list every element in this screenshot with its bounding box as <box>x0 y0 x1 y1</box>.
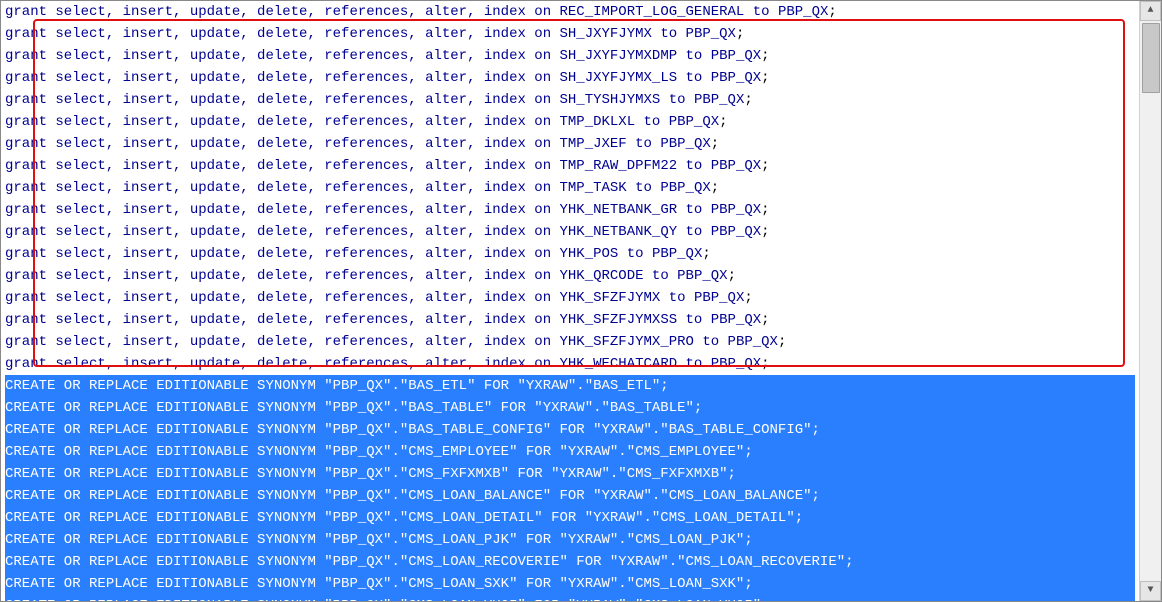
grant-line[interactable]: grant select, insert, update, delete, re… <box>5 177 1135 199</box>
vertical-scrollbar[interactable]: ▲ ▼ <box>1139 1 1161 601</box>
grant-line[interactable]: grant select, insert, update, delete, re… <box>5 243 1135 265</box>
grant-line[interactable]: grant select, insert, update, delete, re… <box>5 353 1135 375</box>
code-editor[interactable]: grant select, insert, update, delete, re… <box>1 1 1139 601</box>
grant-line[interactable]: grant select, insert, update, delete, re… <box>5 287 1135 309</box>
grant-line[interactable]: grant select, insert, update, delete, re… <box>5 133 1135 155</box>
synonym-line[interactable]: CREATE OR REPLACE EDITIONABLE SYNONYM "P… <box>5 375 1135 397</box>
scroll-up-button[interactable]: ▲ <box>1140 1 1161 21</box>
triangle-down-icon: ▼ <box>1147 580 1153 602</box>
scroll-down-button[interactable]: ▼ <box>1140 581 1161 601</box>
synonym-line[interactable]: CREATE OR REPLACE EDITIONABLE SYNONYM "P… <box>5 595 1135 601</box>
grant-line[interactable]: grant select, insert, update, delete, re… <box>5 199 1135 221</box>
synonym-line[interactable]: CREATE OR REPLACE EDITIONABLE SYNONYM "P… <box>5 397 1135 419</box>
scrollbar-thumb[interactable] <box>1142 23 1160 93</box>
synonym-line[interactable]: CREATE OR REPLACE EDITIONABLE SYNONYM "P… <box>5 419 1135 441</box>
grant-line[interactable]: grant select, insert, update, delete, re… <box>5 221 1135 243</box>
synonym-line[interactable]: CREATE OR REPLACE EDITIONABLE SYNONYM "P… <box>5 441 1135 463</box>
grant-line[interactable]: grant select, insert, update, delete, re… <box>5 309 1135 331</box>
synonym-line[interactable]: CREATE OR REPLACE EDITIONABLE SYNONYM "P… <box>5 463 1135 485</box>
grant-line[interactable]: grant select, insert, update, delete, re… <box>5 67 1135 89</box>
synonym-line[interactable]: CREATE OR REPLACE EDITIONABLE SYNONYM "P… <box>5 529 1135 551</box>
grant-line[interactable]: grant select, insert, update, delete, re… <box>5 155 1135 177</box>
synonym-line[interactable]: CREATE OR REPLACE EDITIONABLE SYNONYM "P… <box>5 551 1135 573</box>
synonym-line[interactable]: CREATE OR REPLACE EDITIONABLE SYNONYM "P… <box>5 507 1135 529</box>
editor-window: grant select, insert, update, delete, re… <box>0 0 1162 602</box>
grant-line[interactable]: grant select, insert, update, delete, re… <box>5 23 1135 45</box>
grant-line[interactable]: grant select, insert, update, delete, re… <box>5 265 1135 287</box>
grant-line[interactable]: grant select, insert, update, delete, re… <box>5 89 1135 111</box>
grant-line[interactable]: grant select, insert, update, delete, re… <box>5 1 1135 23</box>
grant-line[interactable]: grant select, insert, update, delete, re… <box>5 111 1135 133</box>
synonym-line[interactable]: CREATE OR REPLACE EDITIONABLE SYNONYM "P… <box>5 573 1135 595</box>
grant-line[interactable]: grant select, insert, update, delete, re… <box>5 331 1135 353</box>
triangle-up-icon: ▲ <box>1147 0 1153 22</box>
synonym-line[interactable]: CREATE OR REPLACE EDITIONABLE SYNONYM "P… <box>5 485 1135 507</box>
grant-line[interactable]: grant select, insert, update, delete, re… <box>5 45 1135 67</box>
